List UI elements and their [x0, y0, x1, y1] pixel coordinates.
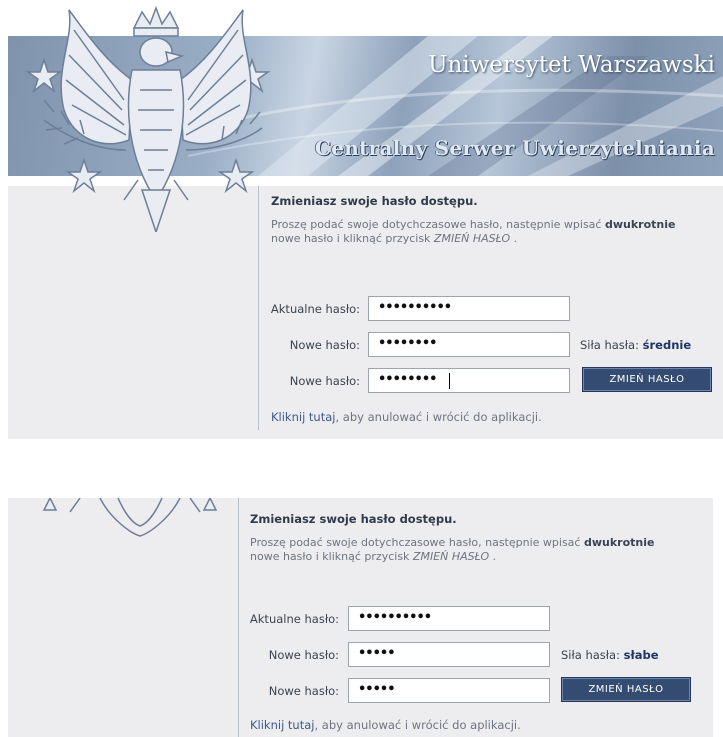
- change-password-button-2[interactable]: ZMIEŃ HASŁO: [561, 677, 691, 702]
- cancel-line: Kliknij tutaj, aby anulować i wrócić do …: [271, 410, 542, 424]
- new-password-label: Nowe hasło:: [289, 338, 360, 352]
- current-password-input[interactable]: ••••••••••: [368, 296, 570, 321]
- password-strength: Siła hasła: średnie: [580, 338, 692, 352]
- current-password-input-2[interactable]: ••••••••••: [348, 606, 550, 631]
- new-password-label-2: Nowe hasło:: [268, 648, 339, 662]
- text-caret: [449, 373, 450, 389]
- eagle-emblem-icon: [25, 5, 271, 232]
- form-instructions: Proszę podać swoje dotychczasowe hasło, …: [271, 218, 676, 245]
- form-heading-2: Zmieniasz swoje hasło dostępu.: [250, 512, 457, 526]
- new-password-input[interactable]: ••••••••: [368, 332, 570, 357]
- strength-value: średnie: [642, 338, 692, 352]
- new-password-input-2[interactable]: •••••: [348, 642, 550, 667]
- panel-2-divider: [238, 498, 239, 737]
- change-password-button[interactable]: ZMIEŃ HASŁO: [582, 367, 712, 392]
- cancel-link[interactable]: Kliknij tutaj: [271, 410, 335, 424]
- cancel-link-2[interactable]: Kliknij tutaj: [250, 718, 314, 732]
- service-name: Centralny Serwer Uwierzytelniania: [315, 136, 715, 160]
- password-strength-2: Siła hasła: słabe: [561, 648, 659, 662]
- repeat-password-input[interactable]: ••••••••: [368, 368, 570, 393]
- university-name: Uniwersytet Warszawski: [428, 52, 715, 78]
- panel-1-divider: [258, 186, 259, 430]
- repeat-password-label-2: Nowe hasło:: [268, 684, 339, 698]
- current-password-label-2: Aktualne hasło:: [249, 612, 339, 626]
- repeat-password-label: Nowe hasło:: [289, 374, 360, 388]
- strength-value-2: słabe: [623, 648, 659, 662]
- form-instructions-2: Proszę podać swoje dotychczasowe hasło, …: [250, 536, 655, 563]
- current-password-label: Aktualne hasło:: [270, 302, 360, 316]
- cancel-line-2: Kliknij tutaj, aby anulować i wrócić do …: [250, 718, 521, 732]
- eagle-emblem-fragment-icon: [42, 498, 218, 537]
- repeat-password-input-2[interactable]: •••••: [348, 678, 550, 703]
- form-heading: Zmieniasz swoje hasło dostępu.: [271, 194, 478, 208]
